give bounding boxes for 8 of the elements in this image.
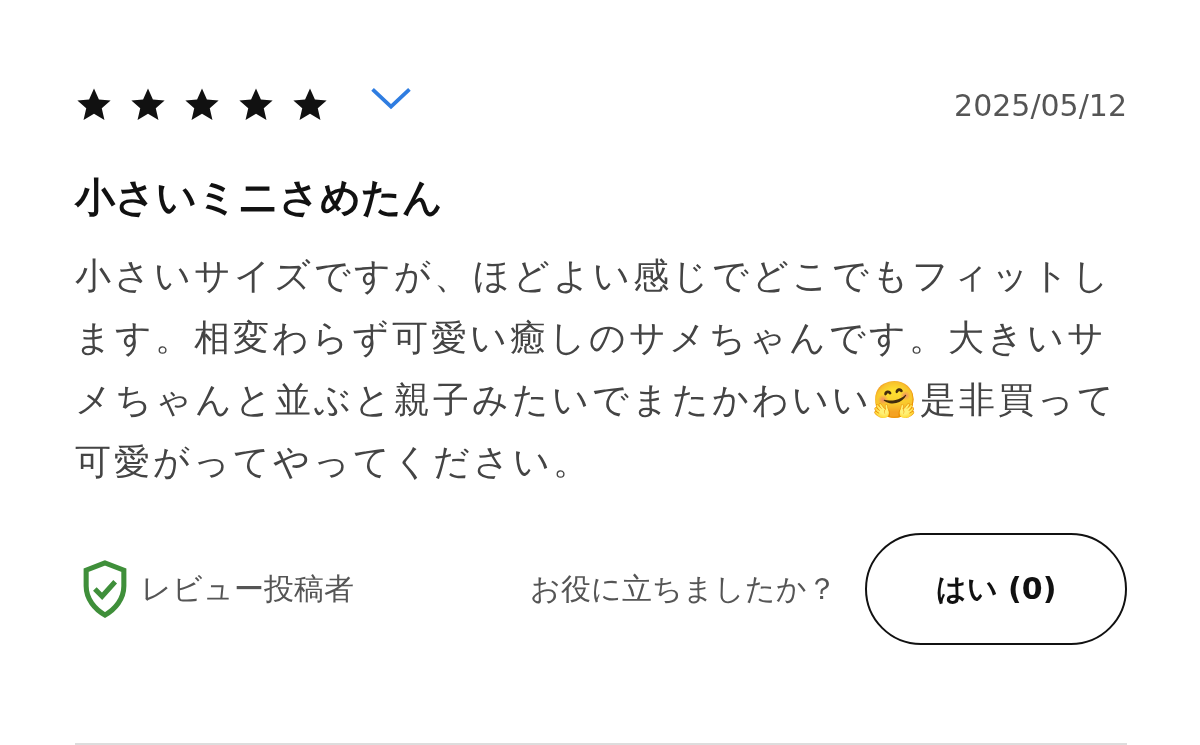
review-date: 2025/05/12	[954, 87, 1127, 123]
review-title: 小さいミニさめたん	[75, 173, 444, 222]
review-text: 小さいサイズですが、ほどよい感じでどこでもフィットします。相変わらず可愛い癒しのサメちゃんです。大きいサメちゃんと並ぶと親子みたいでまたかわいい🤗是非買って可愛がってやってください。	[75, 254, 1118, 484]
helpful-yes-button[interactable]: はい (0)	[865, 533, 1127, 645]
reviewer-badge-label: レビュー投稿者	[141, 569, 354, 608]
shield-check-icon	[81, 560, 129, 618]
helpful-question: お役に立ちましたか？	[530, 569, 837, 608]
chevron-down-icon[interactable]	[369, 85, 413, 111]
